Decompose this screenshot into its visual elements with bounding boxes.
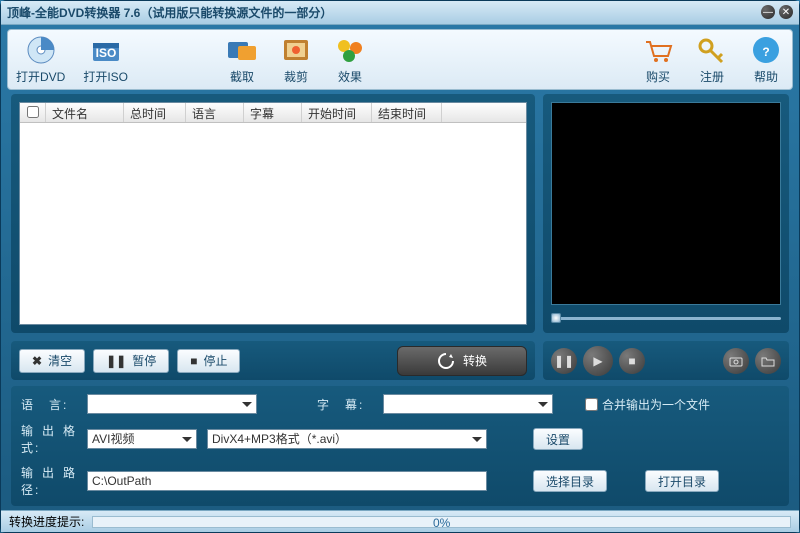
crop-icon xyxy=(278,34,314,66)
playback-controls: ❚❚ ▶ ■ xyxy=(543,341,789,380)
language-select[interactable] xyxy=(87,394,257,414)
title-bar: 顶峰-全能DVD转换器 7.6（试用版只能转换源文件的一部分） — ✕ xyxy=(1,1,799,25)
progress-bar: 0% xyxy=(92,516,791,528)
convert-button[interactable]: 转换 xyxy=(397,346,527,376)
seek-slider[interactable] xyxy=(551,311,781,325)
snapshot-button[interactable] xyxy=(723,348,749,374)
cart-icon xyxy=(640,34,676,66)
dvd-icon xyxy=(23,34,59,66)
help-button[interactable]: ? 帮助 xyxy=(748,34,784,85)
refresh-icon xyxy=(437,352,455,370)
x-icon: ✖ xyxy=(32,354,42,368)
subtitle-label: 字 幕: xyxy=(317,396,373,413)
window-title: 顶峰-全能DVD转换器 7.6（试用版只能转换源文件的一部分） xyxy=(7,4,332,21)
file-list[interactable]: 文件名 总时间 语言 字幕 开始时间 结束时间 xyxy=(19,102,527,326)
settings-button[interactable]: 设置 xyxy=(533,428,583,450)
open-iso-button[interactable]: ISO 打开ISO xyxy=(83,34,128,85)
file-list-panel: 文件名 总时间 语言 字幕 开始时间 结束时间 xyxy=(11,94,535,334)
pb-stop-button[interactable]: ■ xyxy=(619,348,645,374)
format-select[interactable]: AVI视频 xyxy=(87,429,197,449)
task-controls: ✖清空 ❚❚暂停 ■停止 转换 xyxy=(11,341,535,380)
folder-icon xyxy=(761,355,775,367)
pb-play-button[interactable]: ▶ xyxy=(583,346,613,376)
iso-icon: ISO xyxy=(88,34,124,66)
register-button[interactable]: 注册 xyxy=(694,34,730,85)
minimize-button[interactable]: — xyxy=(761,5,775,19)
language-label: 语 言: xyxy=(21,396,77,413)
stop-icon: ■ xyxy=(190,354,197,368)
codec-select[interactable]: DivX4+MP3格式（*.avi） xyxy=(207,429,487,449)
col-filename[interactable]: 文件名 xyxy=(46,103,124,122)
svg-text:ISO: ISO xyxy=(95,46,116,60)
capture-button[interactable]: 截取 xyxy=(224,34,260,85)
effect-button[interactable]: 效果 xyxy=(332,34,368,85)
merge-checkbox[interactable]: 合并输出为一个文件 xyxy=(585,396,710,413)
file-list-header: 文件名 总时间 语言 字幕 开始时间 结束时间 xyxy=(20,103,526,123)
camera-icon xyxy=(729,355,743,367)
pause-icon: ❚❚ xyxy=(106,354,126,368)
open-dir-button[interactable]: 打开目录 xyxy=(645,470,719,492)
toolbar: 打开DVD ISO 打开ISO 截取 裁剪 效果 购买 注册 ? 帮助 xyxy=(7,29,793,90)
key-icon xyxy=(694,34,730,66)
svg-text:?: ? xyxy=(762,45,769,59)
video-preview xyxy=(551,102,781,306)
select-all-checkbox[interactable] xyxy=(20,103,46,122)
format-label: 输出格式: xyxy=(21,422,77,456)
pause-button[interactable]: ❚❚暂停 xyxy=(93,349,169,373)
preview-panel xyxy=(543,94,789,334)
clear-button[interactable]: ✖清空 xyxy=(19,349,85,373)
capture-icon xyxy=(224,34,260,66)
col-language[interactable]: 语言 xyxy=(186,103,244,122)
col-subtitle[interactable]: 字幕 xyxy=(244,103,302,122)
progress-bar-area: 转换进度提示: 0% xyxy=(1,510,799,532)
help-icon: ? xyxy=(748,34,784,66)
progress-value: 0% xyxy=(433,516,450,530)
open-dvd-button[interactable]: 打开DVD xyxy=(16,34,65,85)
stop-button[interactable]: ■停止 xyxy=(177,349,240,373)
subtitle-select[interactable] xyxy=(383,394,553,414)
settings-panel: 语 言: 字 幕: 合并输出为一个文件 输出格式: AVI视频 DivX4+MP… xyxy=(11,386,789,506)
progress-label: 转换进度提示: xyxy=(9,513,84,530)
path-label: 输出路径: xyxy=(21,464,77,498)
col-start[interactable]: 开始时间 xyxy=(302,103,372,122)
crop-button[interactable]: 裁剪 xyxy=(278,34,314,85)
col-duration[interactable]: 总时间 xyxy=(124,103,186,122)
pb-pause-button[interactable]: ❚❚ xyxy=(551,348,577,374)
close-button[interactable]: ✕ xyxy=(779,5,793,19)
buy-button[interactable]: 购买 xyxy=(640,34,676,85)
output-path-input[interactable] xyxy=(87,471,487,491)
choose-dir-button[interactable]: 选择目录 xyxy=(533,470,607,492)
open-snapshot-folder-button[interactable] xyxy=(755,348,781,374)
effect-icon xyxy=(332,34,368,66)
col-end[interactable]: 结束时间 xyxy=(372,103,442,122)
